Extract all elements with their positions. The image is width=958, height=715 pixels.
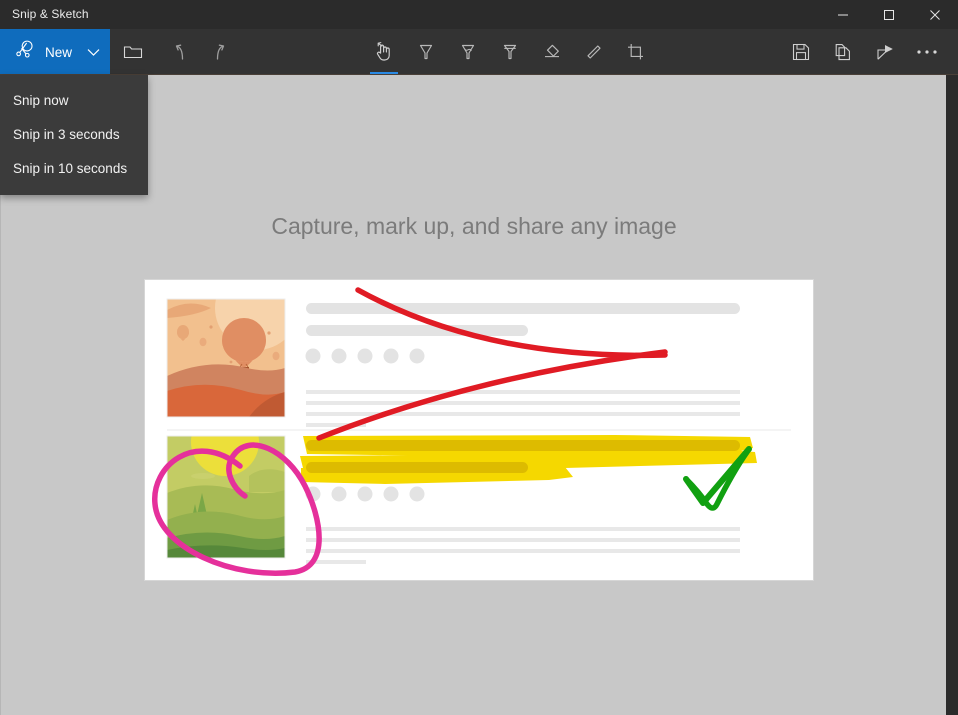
close-button[interactable]: [912, 0, 958, 29]
menu-item-snip-in-3-seconds[interactable]: Snip in 3 seconds: [0, 117, 148, 151]
share-button[interactable]: [862, 29, 908, 75]
tool-highlighter[interactable]: [487, 29, 533, 75]
menu-item-label: Snip now: [13, 92, 69, 108]
menu-item-label: Snip in 3 seconds: [13, 126, 120, 142]
open-file-button[interactable]: [110, 29, 156, 75]
highlighter-icon: [498, 40, 522, 64]
folder-icon: [123, 43, 143, 61]
undo-icon: [169, 42, 189, 62]
copy-icon: [833, 42, 853, 62]
pencil-icon: [456, 40, 480, 64]
tool-eraser[interactable]: [529, 29, 575, 75]
tool-ballpoint-pen[interactable]: [403, 29, 449, 75]
snip-new-icon: [14, 40, 36, 65]
save-icon: [791, 42, 811, 62]
ballpoint-pen-icon: [414, 40, 438, 64]
copy-button[interactable]: [820, 29, 866, 75]
new-snip-button[interactable]: New: [0, 29, 110, 75]
redo-icon: [211, 42, 231, 62]
page-title: Capture, mark up, and share any image: [271, 213, 677, 239]
menu-item-label: Snip in 10 seconds: [13, 160, 128, 176]
snip-and-sketch-window: Snip & Sketch New Capture, mark up, and …: [0, 0, 958, 715]
new-snip-label: New: [45, 44, 73, 60]
maximize-icon: [883, 9, 895, 21]
menu-item-snip-now[interactable]: Snip now: [0, 83, 148, 117]
touch-writing-icon: [372, 40, 396, 64]
tool-touch-writing[interactable]: [361, 29, 407, 75]
capture-markup-share-illustration: [144, 279, 814, 581]
save-button[interactable]: [778, 29, 824, 75]
chevron-down-icon[interactable]: [87, 29, 100, 75]
app-title: Snip & Sketch: [12, 7, 89, 21]
eraser-icon: [540, 40, 564, 64]
minimize-button[interactable]: [820, 0, 866, 29]
see-more-button[interactable]: [904, 29, 950, 75]
ruler-icon: [582, 40, 606, 64]
title-bar: Snip & Sketch: [0, 0, 958, 29]
command-bar: New: [0, 29, 958, 75]
tool-pencil[interactable]: [445, 29, 491, 75]
top-text-placeholders: [305, 303, 740, 427]
new-snip-menu: Snip now Snip in 3 seconds Snip in 10 se…: [0, 75, 148, 195]
right-edge-strip: [946, 75, 958, 715]
menu-item-snip-in-10-seconds[interactable]: Snip in 10 seconds: [0, 151, 148, 185]
ellipsis-icon: [916, 49, 938, 55]
crop-icon: [624, 40, 648, 64]
balloon-thumbnail: [167, 299, 285, 417]
close-icon: [929, 9, 941, 21]
maximize-button[interactable]: [866, 0, 912, 29]
minimize-icon: [837, 9, 849, 21]
yellow-highlight-annotation: [300, 435, 757, 484]
tool-crop[interactable]: [613, 29, 659, 75]
redo-button[interactable]: [198, 29, 244, 75]
tool-ruler[interactable]: [571, 29, 617, 75]
undo-button[interactable]: [156, 29, 202, 75]
share-icon: [875, 42, 896, 62]
